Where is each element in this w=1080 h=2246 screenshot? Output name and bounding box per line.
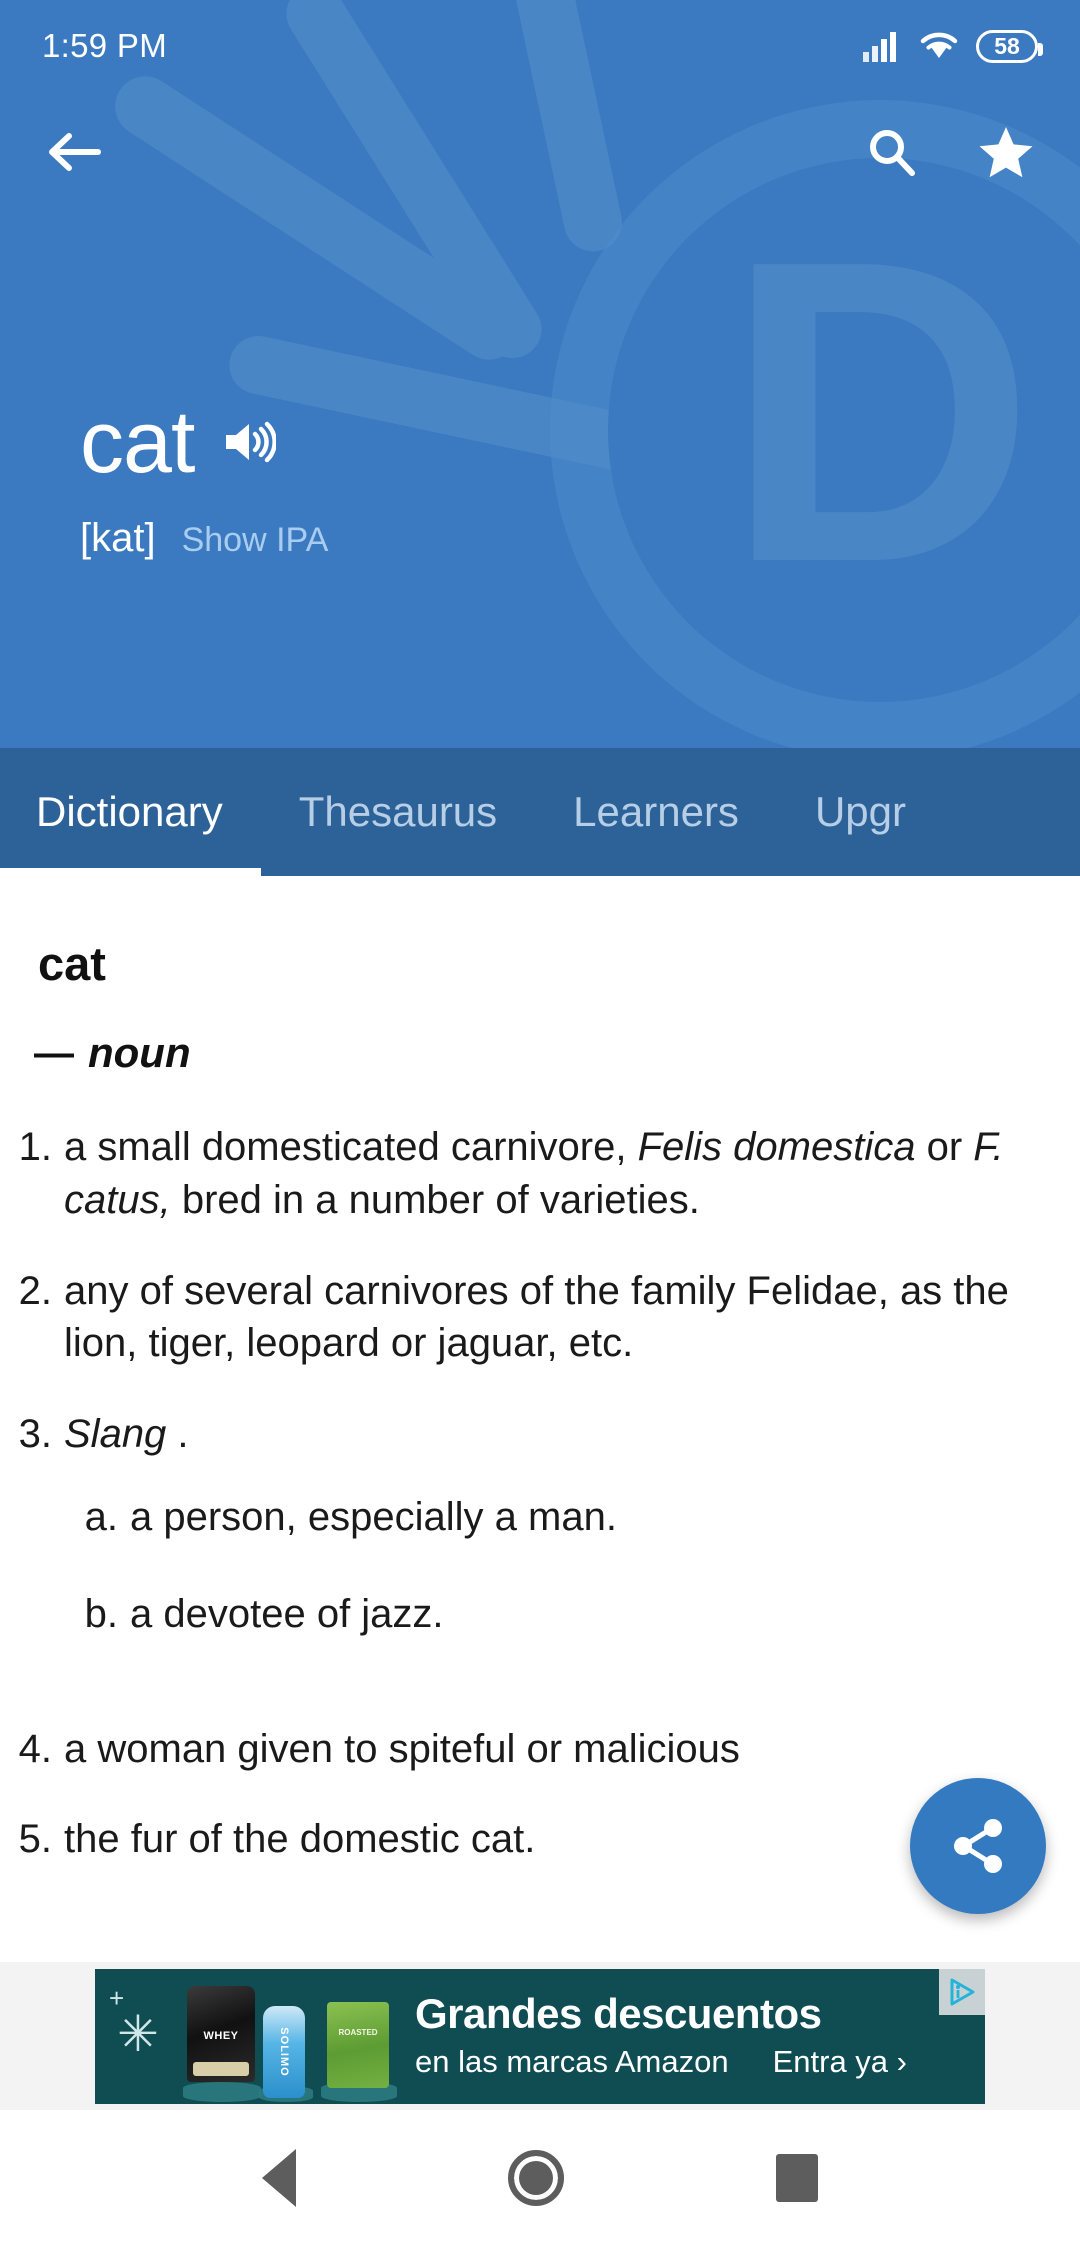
adchoices-icon: [950, 1978, 975, 2005]
subdefinition-item: b. a devotee of jazz.: [64, 1588, 1050, 1641]
battery-indicator: 58: [976, 29, 1043, 63]
app-bar: [0, 92, 1080, 212]
favorite-button[interactable]: [978, 125, 1034, 179]
battery-level: 58: [994, 32, 1020, 59]
definition-number: 1.: [18, 1125, 52, 1169]
ad-container[interactable]: + ✳ Grandes descuentos en las marcas Ama…: [0, 1962, 1080, 2110]
part-of-speech-row: — noun: [34, 1029, 1080, 1077]
definition-item: 1. a small domesticated carnivore, Felis …: [0, 1121, 1080, 1227]
share-button[interactable]: [910, 1778, 1046, 1914]
subdefinition-text: a person, especially a man.: [130, 1494, 617, 1539]
status-time: 1:59 PM: [42, 27, 167, 64]
definition-item: 4. a woman given to spiteful or malicious: [0, 1723, 1080, 1776]
definition-text: any of several carnivores of the family …: [64, 1268, 1009, 1366]
tab-label: Thesaurus: [298, 788, 498, 835]
subdefinition-number: b.: [84, 1591, 118, 1636]
pronunciation: [kat]: [80, 516, 156, 560]
ad-cta[interactable]: Entra ya ›: [773, 2044, 907, 2080]
definition-number: 5.: [18, 1817, 52, 1862]
back-button[interactable]: [46, 129, 102, 175]
definitions-list: 1. a small domesticated carnivore, Felis …: [0, 1121, 1080, 1866]
tab-learners[interactable]: Learners: [535, 748, 777, 876]
definition-text: Slang . a. a person, especially a man. b. a …: [64, 1408, 1050, 1684]
ad-subline: en las marcas Amazon: [415, 2044, 729, 2080]
definition-text: the fur of the domestic cat.: [64, 1817, 536, 1862]
headword: cat: [80, 392, 195, 491]
definition-panel: cat — noun 1. a small domesticated carniv…: [0, 876, 1080, 1962]
nav-back-icon[interactable]: [262, 2149, 296, 2207]
definition-item: 2. any of several carnivores of the famil…: [0, 1265, 1080, 1371]
product-whey-protein: [187, 1985, 255, 2082]
tab-label: Learners: [573, 788, 739, 835]
tab-label: Upgr: [814, 788, 906, 835]
tab-upgrade[interactable]: Upgr: [777, 748, 944, 876]
ad-banner[interactable]: + ✳ Grandes descuentos en las marcas Ama…: [95, 1968, 985, 2104]
search-button[interactable]: [866, 126, 918, 178]
definition-number: 3.: [18, 1412, 52, 1457]
pronounce-button[interactable]: [222, 418, 277, 466]
back-arrow-icon: [49, 133, 101, 171]
definition-text: a woman given to spiteful or malicious: [64, 1726, 740, 1771]
wifi-icon: [920, 32, 958, 58]
svg-text:D: D: [725, 172, 1036, 652]
star-icon: [979, 127, 1033, 178]
speaker-icon: [226, 421, 277, 463]
subdefinition-item: a. a person, especially a man.: [64, 1491, 1050, 1544]
tab-dictionary[interactable]: Dictionary: [0, 748, 261, 876]
definition-item: 3. Slang . a. a person, especially a man. b.…: [0, 1408, 1080, 1684]
ad-headline: Grandes descuentos: [415, 1989, 822, 2037]
part-of-speech: noun: [88, 1029, 191, 1076]
definition-number: 2.: [18, 1268, 52, 1313]
status-bar: 1:59 PM 58: [0, 0, 1080, 92]
signal-bars-icon: [863, 32, 896, 62]
adchoices-button[interactable]: [939, 1968, 985, 2015]
nav-recents-icon[interactable]: [776, 2154, 818, 2202]
entry-headword: cat: [38, 937, 106, 990]
tab-bar: Dictionary Thesaurus Learners Upgr: [0, 748, 1080, 876]
ad-product-images: + ✳: [95, 1969, 415, 2104]
product-pistachios: [327, 2001, 389, 2088]
tab-label: Dictionary: [36, 788, 223, 835]
pos-dash: —: [34, 1030, 74, 1075]
nav-home-icon[interactable]: [508, 2150, 564, 2206]
pedestal: [183, 2081, 261, 2102]
share-icon: [954, 1819, 1002, 1873]
headword-block: cat [kat] Show IPA: [80, 398, 328, 561]
android-nav-bar: [0, 2110, 1080, 2246]
definition-number: 4.: [18, 1726, 52, 1771]
show-ipa-link[interactable]: Show IPA: [182, 521, 329, 560]
search-icon: [870, 130, 915, 176]
word-header: D 1:59 PM 58 cat [kat] Show IPA: [0, 0, 1080, 748]
phone-screen: D 1:59 PM 58 cat [kat] Show IPA Dictiona…: [0, 0, 1080, 2246]
definition-text: a small domesticated carnivore, Felis do…: [64, 1125, 1004, 1222]
subdefinition-list: a. a person, especially a man. b. a devotee…: [64, 1491, 1050, 1641]
tab-thesaurus[interactable]: Thesaurus: [261, 748, 535, 876]
subdefinition-number: a.: [84, 1494, 118, 1539]
subdefinition-text: a devotee of jazz.: [130, 1591, 444, 1636]
sparkle-icon: ✳: [117, 2005, 159, 2062]
ad-copy: Grandes descuentos en las marcas Amazon …: [415, 1989, 985, 2080]
product-solimo-bottle: [263, 2005, 305, 2098]
